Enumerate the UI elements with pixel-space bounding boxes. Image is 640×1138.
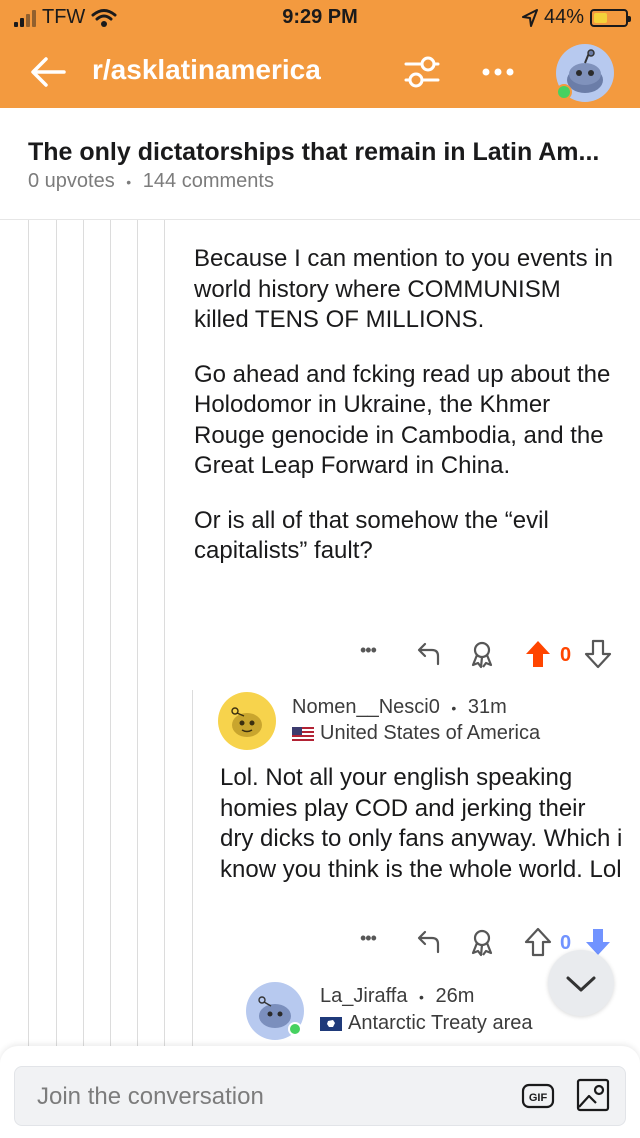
- commenter-avatar[interactable]: [218, 692, 276, 750]
- chevron-down-icon: [566, 976, 596, 992]
- comment-author-line: La_Jiraffa • 26m: [320, 985, 474, 1008]
- comment-username[interactable]: Nomen__Nesci0: [292, 696, 440, 718]
- flair-text: Antarctic Treaty area: [348, 1012, 533, 1034]
- comment-paragraph: Because I can mention to you events in w…: [194, 245, 613, 333]
- award-icon[interactable]: [466, 638, 498, 670]
- comment-author-line: Nomen__Nesci0 • 31m: [292, 696, 507, 719]
- comment-body: Lol. Not all your english speaking homie…: [220, 763, 624, 909]
- comment-age: 26m: [435, 985, 475, 1007]
- comment-paragraph: Or is all of that somehow the “evil capi…: [194, 506, 549, 565]
- thread-line[interactable]: [83, 220, 84, 1050]
- location-icon: [521, 8, 538, 27]
- join-conversation-input[interactable]: Join the conversation GIF: [14, 1066, 626, 1126]
- downvote-icon[interactable]: [582, 638, 614, 670]
- input-placeholder: Join the conversation: [37, 1083, 264, 1110]
- thread-line[interactable]: [137, 220, 138, 1050]
- back-arrow-icon[interactable]: [26, 50, 70, 94]
- meta-separator: •: [419, 988, 424, 1005]
- reply-icon[interactable]: [412, 926, 444, 958]
- thread-line[interactable]: [110, 220, 111, 1050]
- post-meta: 0 upvotes • 144 comments: [28, 170, 274, 193]
- online-indicator: [556, 84, 572, 100]
- scroll-down-button[interactable]: [548, 950, 614, 1016]
- post-header[interactable]: The only dictatorships that remain in La…: [0, 108, 640, 220]
- award-icon[interactable]: [466, 926, 498, 958]
- status-right: 44%: [521, 6, 631, 29]
- comment-paragraph: Go ahead and fcking read up about the Ho…: [194, 360, 611, 480]
- thread-line[interactable]: [28, 220, 29, 1050]
- user-flair: United States of America: [292, 722, 540, 745]
- comment-username[interactable]: La_Jiraffa: [320, 985, 407, 1007]
- flair-text: United States of America: [320, 722, 541, 744]
- thread-line[interactable]: [56, 220, 57, 1050]
- post-title[interactable]: The only dictatorships that remain in La…: [28, 138, 599, 167]
- battery-icon: [590, 8, 631, 27]
- gif-label: GIF: [529, 1092, 548, 1104]
- us-flag-icon: [292, 726, 314, 741]
- online-indicator: [288, 1022, 302, 1036]
- more-options-icon[interactable]: •••: [360, 928, 377, 949]
- comment-actions: ••• 0: [360, 638, 620, 674]
- comment-paragraph: Lol. Not all your english speaking homie…: [220, 764, 623, 883]
- gif-icon[interactable]: GIF: [521, 1079, 555, 1113]
- app-header: TFW 9:29 PM 44% r/asklatinamerica: [0, 0, 640, 108]
- thread-line[interactable]: [192, 690, 193, 1050]
- thread-line[interactable]: [164, 220, 165, 1050]
- snoo-avatar-icon: [231, 707, 262, 737]
- image-icon[interactable]: [575, 1077, 611, 1113]
- user-flair: Antarctic Treaty area: [320, 1012, 533, 1035]
- antarctica-flag-icon: [320, 1016, 342, 1031]
- subreddit-name[interactable]: r/asklatinamerica: [92, 54, 321, 86]
- comment-body: Because I can mention to you events in w…: [194, 244, 614, 591]
- status-bar: TFW 9:29 PM 44%: [0, 0, 640, 36]
- comment-count: 144 comments: [142, 170, 274, 192]
- upvote-icon[interactable]: [522, 638, 554, 670]
- meta-separator: •: [451, 699, 457, 716]
- battery-fill: [594, 12, 608, 23]
- meta-separator: •: [126, 173, 132, 190]
- comment-age: 31m: [467, 696, 507, 718]
- vote-count: 0: [560, 644, 572, 666]
- reply-icon[interactable]: [412, 638, 444, 670]
- nav-row: r/asklatinamerica: [0, 40, 640, 104]
- more-options-icon[interactable]: •••: [360, 640, 377, 661]
- battery-percent: 44%: [543, 6, 584, 28]
- reply-bar: Join the conversation GIF: [0, 1046, 640, 1138]
- more-icon[interactable]: [478, 52, 518, 92]
- filter-icon[interactable]: [402, 52, 442, 92]
- upvote-count: 0 upvotes: [28, 170, 115, 192]
